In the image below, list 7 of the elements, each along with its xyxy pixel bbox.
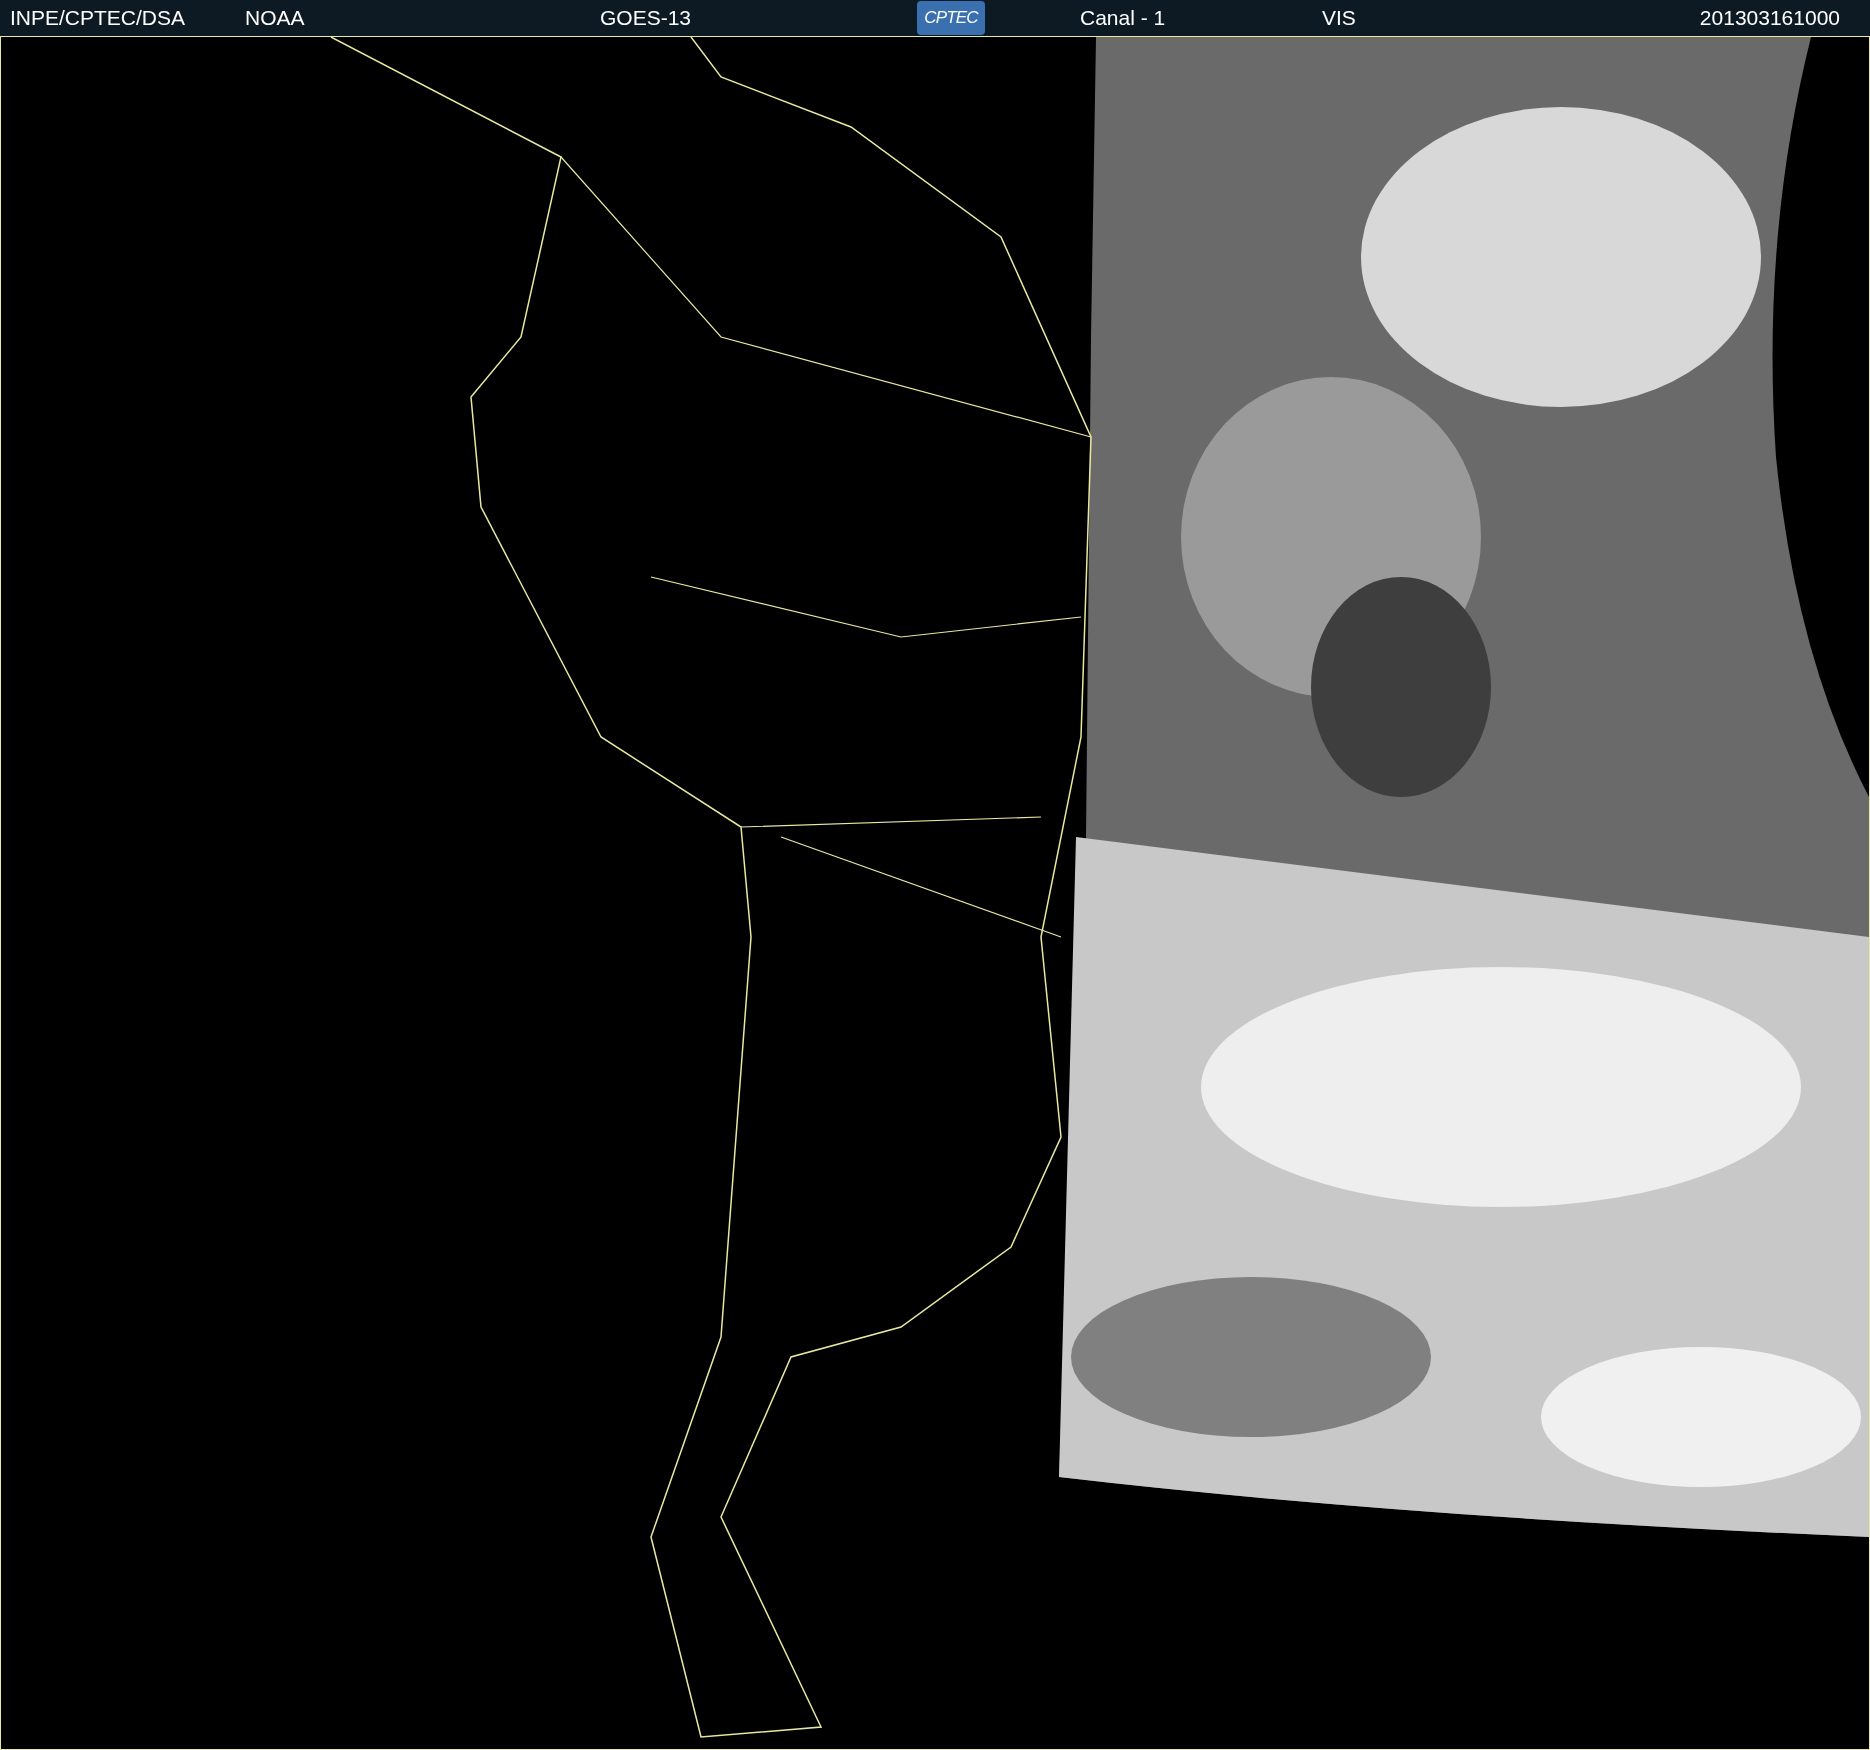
header-label: GOES-13 [600, 6, 692, 30]
logo: CPTEC [917, 1, 985, 35]
band-label: VIS [1322, 6, 1356, 30]
header-label: NOAA [245, 6, 305, 30]
timestamp: 201303161000 [1699, 5, 1841, 32]
channel-label: Canal - 1 [1080, 6, 1166, 30]
header-label: INPE/CPTEC/DSA [10, 6, 186, 30]
